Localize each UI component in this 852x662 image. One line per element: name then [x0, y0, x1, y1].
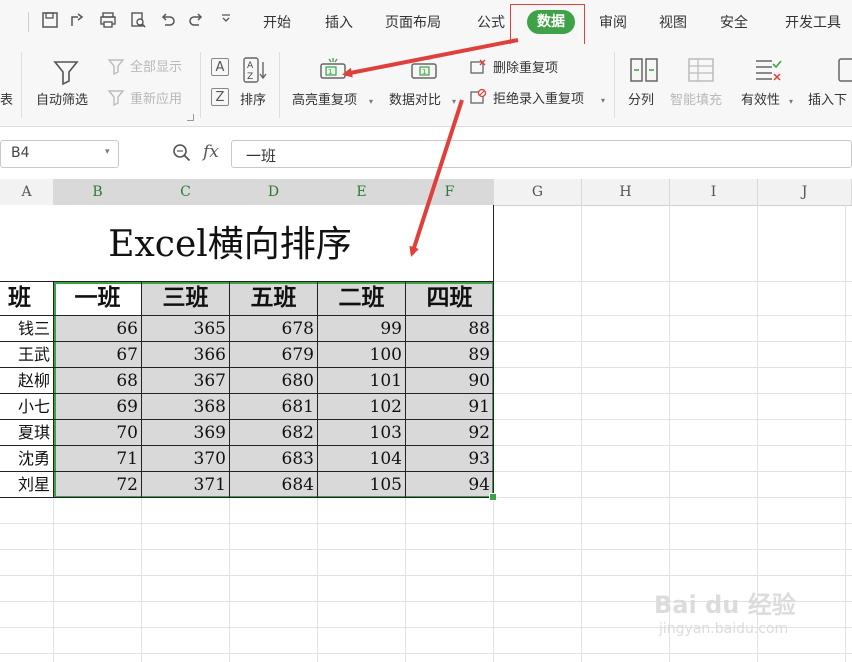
arrow-to-table [409, 99, 464, 257]
arrow-to-highlight [342, 38, 519, 78]
annotation-arrows [342, 38, 519, 257]
